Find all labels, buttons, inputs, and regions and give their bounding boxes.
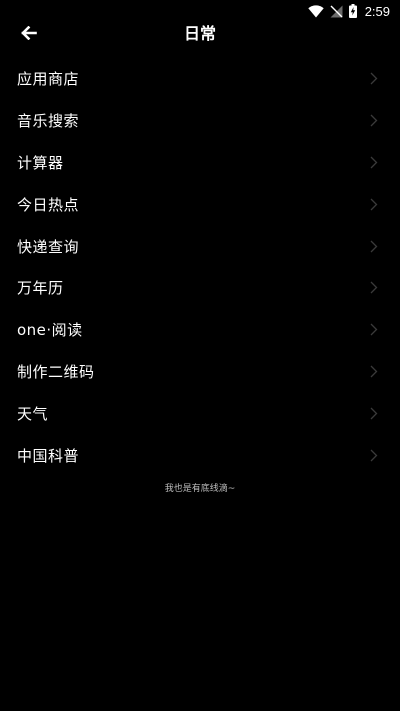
menu-item-weather[interactable]: 天气 — [0, 392, 400, 434]
wifi-icon — [307, 4, 324, 18]
chevron-right-icon — [370, 240, 378, 253]
status-bar: 2:59 — [0, 0, 400, 22]
chevron-right-icon — [370, 407, 378, 420]
menu-item-label: 中国科普 — [17, 446, 80, 465]
chevron-right-icon — [370, 323, 378, 336]
footer-note: 我也是有底线滴~ — [164, 484, 236, 494]
menu-item-qr-code-maker[interactable]: 制作二维码 — [0, 351, 400, 393]
menu-item-label: 计算器 — [17, 153, 64, 172]
menu-item-label: one·阅读 — [17, 321, 83, 340]
menu-list: 应用商店 音乐搜索 计算器 今日热点 快递查询 万年历 one·阅读 制作二维码… — [0, 58, 400, 476]
menu-item-label: 制作二维码 — [17, 362, 95, 381]
menu-item-science[interactable]: 中国科普 — [0, 434, 400, 476]
menu-item-express-tracking[interactable]: 快递查询 — [0, 225, 400, 267]
chevron-right-icon — [370, 281, 378, 294]
signal-off-icon — [330, 5, 343, 18]
menu-item-label: 快递查询 — [17, 237, 80, 256]
chevron-right-icon — [370, 449, 378, 462]
chevron-right-icon — [370, 156, 378, 169]
battery-charging-icon — [348, 4, 357, 18]
page-title: 日常 — [183, 24, 216, 43]
status-time: 2:59 — [364, 3, 390, 19]
menu-item-one-reading[interactable]: one·阅读 — [0, 309, 400, 351]
menu-item-calculator[interactable]: 计算器 — [0, 142, 400, 184]
menu-item-label: 万年历 — [17, 279, 64, 298]
toolbar: 日常 — [0, 22, 400, 46]
menu-item-label: 音乐搜索 — [17, 112, 80, 131]
chevron-right-icon — [370, 365, 378, 378]
menu-item-label: 天气 — [17, 404, 49, 423]
menu-item-label: 今日热点 — [17, 195, 80, 214]
chevron-right-icon — [370, 72, 378, 85]
menu-item-music-search[interactable]: 音乐搜索 — [0, 100, 400, 142]
menu-item-calendar[interactable]: 万年历 — [0, 267, 400, 309]
menu-item-label: 应用商店 — [17, 70, 80, 89]
menu-item-hot-news[interactable]: 今日热点 — [0, 183, 400, 225]
menu-item-app-store[interactable]: 应用商店 — [0, 58, 400, 100]
chevron-right-icon — [370, 198, 378, 211]
chevron-right-icon — [370, 114, 378, 127]
